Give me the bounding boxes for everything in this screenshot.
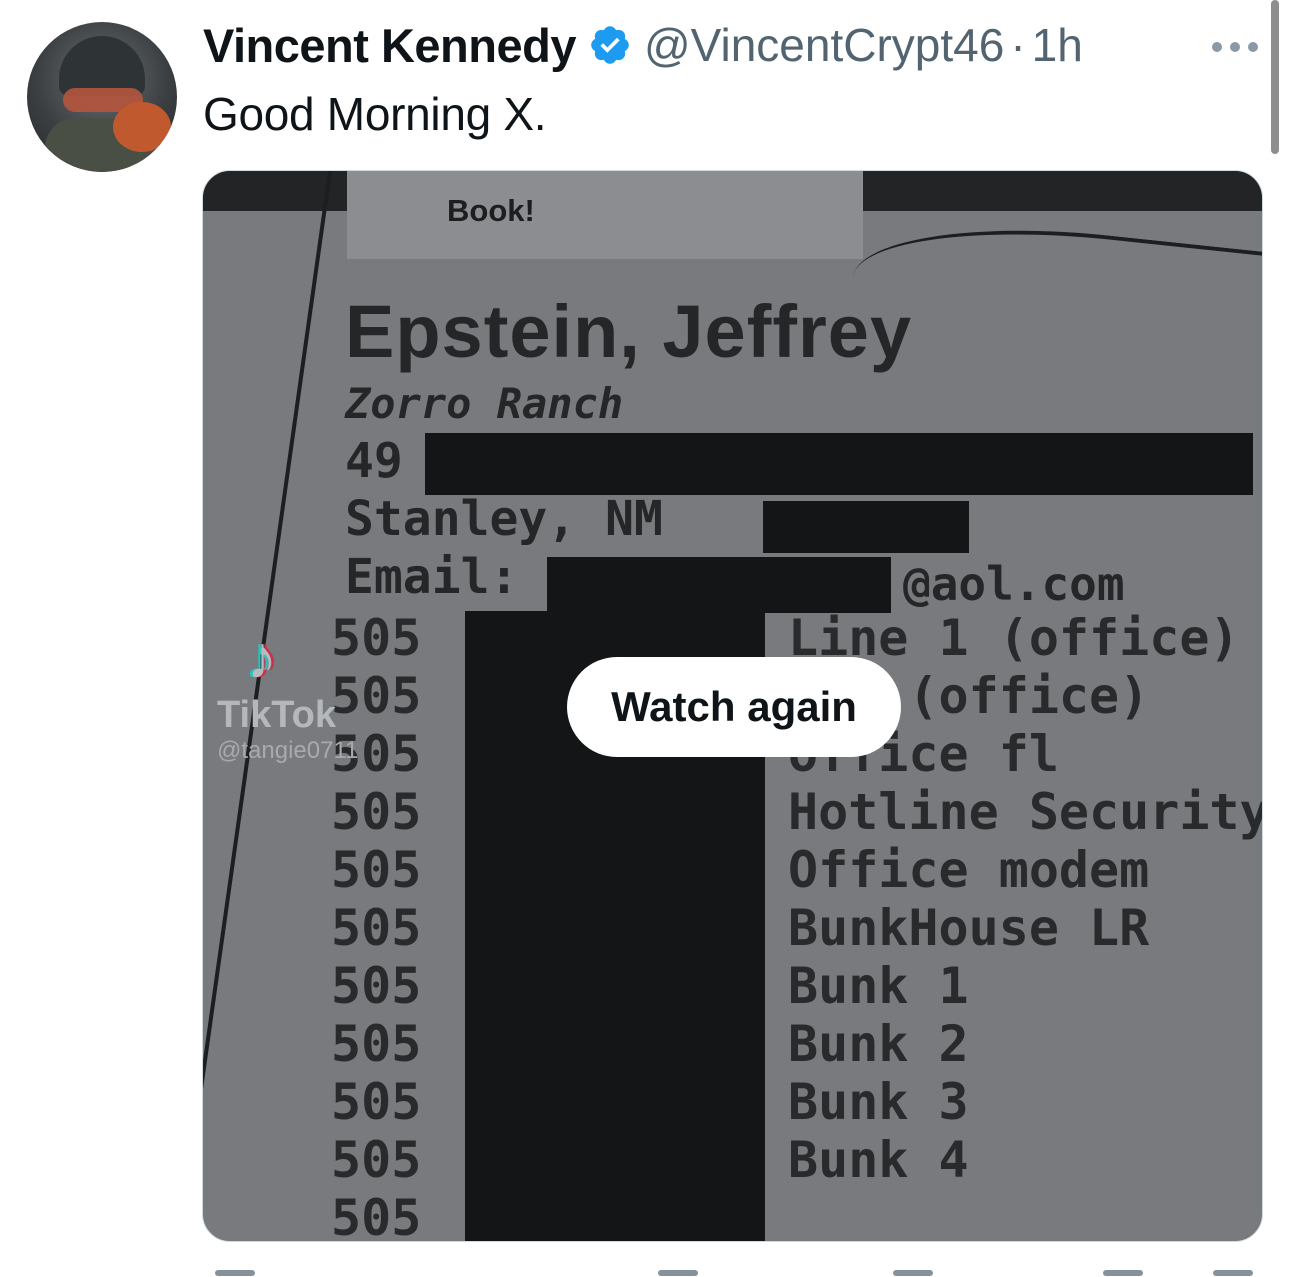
phone-label: Bunk 3 [788,1073,969,1131]
redaction-bar [547,557,891,613]
video-caption-card [347,171,863,259]
video-player[interactable]: Book! Epstein, Jeffrey Zorro Ranch 49 St… [202,170,1263,1242]
phone-label: Bunk 4 [788,1131,969,1189]
phone-prefix: 505 [331,1015,422,1073]
post-header: Vincent Kennedy @VincentCrypt46 · 1h [203,14,1083,76]
phone-label: Bunk 2 [788,1015,969,1073]
scrollbar[interactable] [1271,0,1279,154]
phone-prefix: 505 [331,783,422,841]
phone-prefix: 505 [331,899,422,957]
phone-prefix: 505 [331,1073,422,1131]
like-icon[interactable] [893,1270,933,1276]
document-address: 49 [345,433,403,489]
action-bar [203,1264,1263,1277]
tiktok-watermark: ♪ TikTok @tangie0711 [217,623,358,765]
tiktok-logo-icon: ♪ [247,624,277,691]
avatar-helmet [59,36,145,96]
avatar-red-panda [113,102,171,152]
watch-again-button[interactable]: Watch again [567,657,901,757]
verified-badge-icon[interactable] [588,23,632,67]
phone-prefix: 505 [331,1189,422,1242]
phone-prefix: 505 [331,957,422,1015]
author-name[interactable]: Vincent Kennedy [203,18,576,73]
bookmark-icon[interactable] [1103,1270,1143,1276]
document-email-label: Email: [345,549,519,605]
document-email-domain: @aol.com [903,557,1125,611]
separator-dot: · [1010,19,1026,71]
reply-icon[interactable] [215,1270,255,1276]
phone-label: Bunk 1 [788,957,969,1015]
phone-label: Office modem [788,841,1150,899]
share-icon[interactable] [1213,1270,1253,1276]
phone-label: BunkHouse LR [788,899,1150,957]
repost-icon[interactable] [658,1270,698,1276]
document-ranch: Zorro Ranch [345,379,624,428]
avatar[interactable] [27,22,177,172]
more-options-icon[interactable] [1212,42,1258,52]
tiktok-brand: TikTok [217,694,336,736]
post-text: Good Morning X. [203,88,547,140]
post-time[interactable]: 1h [1032,18,1083,72]
author-handle[interactable]: @VincentCrypt46 [644,18,1004,72]
tiktok-username: @tangie0711 [217,737,359,764]
document-city: Stanley, NM [345,491,663,547]
phone-prefix: 505 [331,1131,422,1189]
phone-prefix: 505 [331,841,422,899]
phone-label: Hotline Security [788,783,1263,841]
redaction-bar [425,433,1253,495]
document-title: Epstein, Jeffrey [345,290,913,373]
redaction-bar [763,501,969,553]
video-caption-text: Book! [447,193,535,228]
